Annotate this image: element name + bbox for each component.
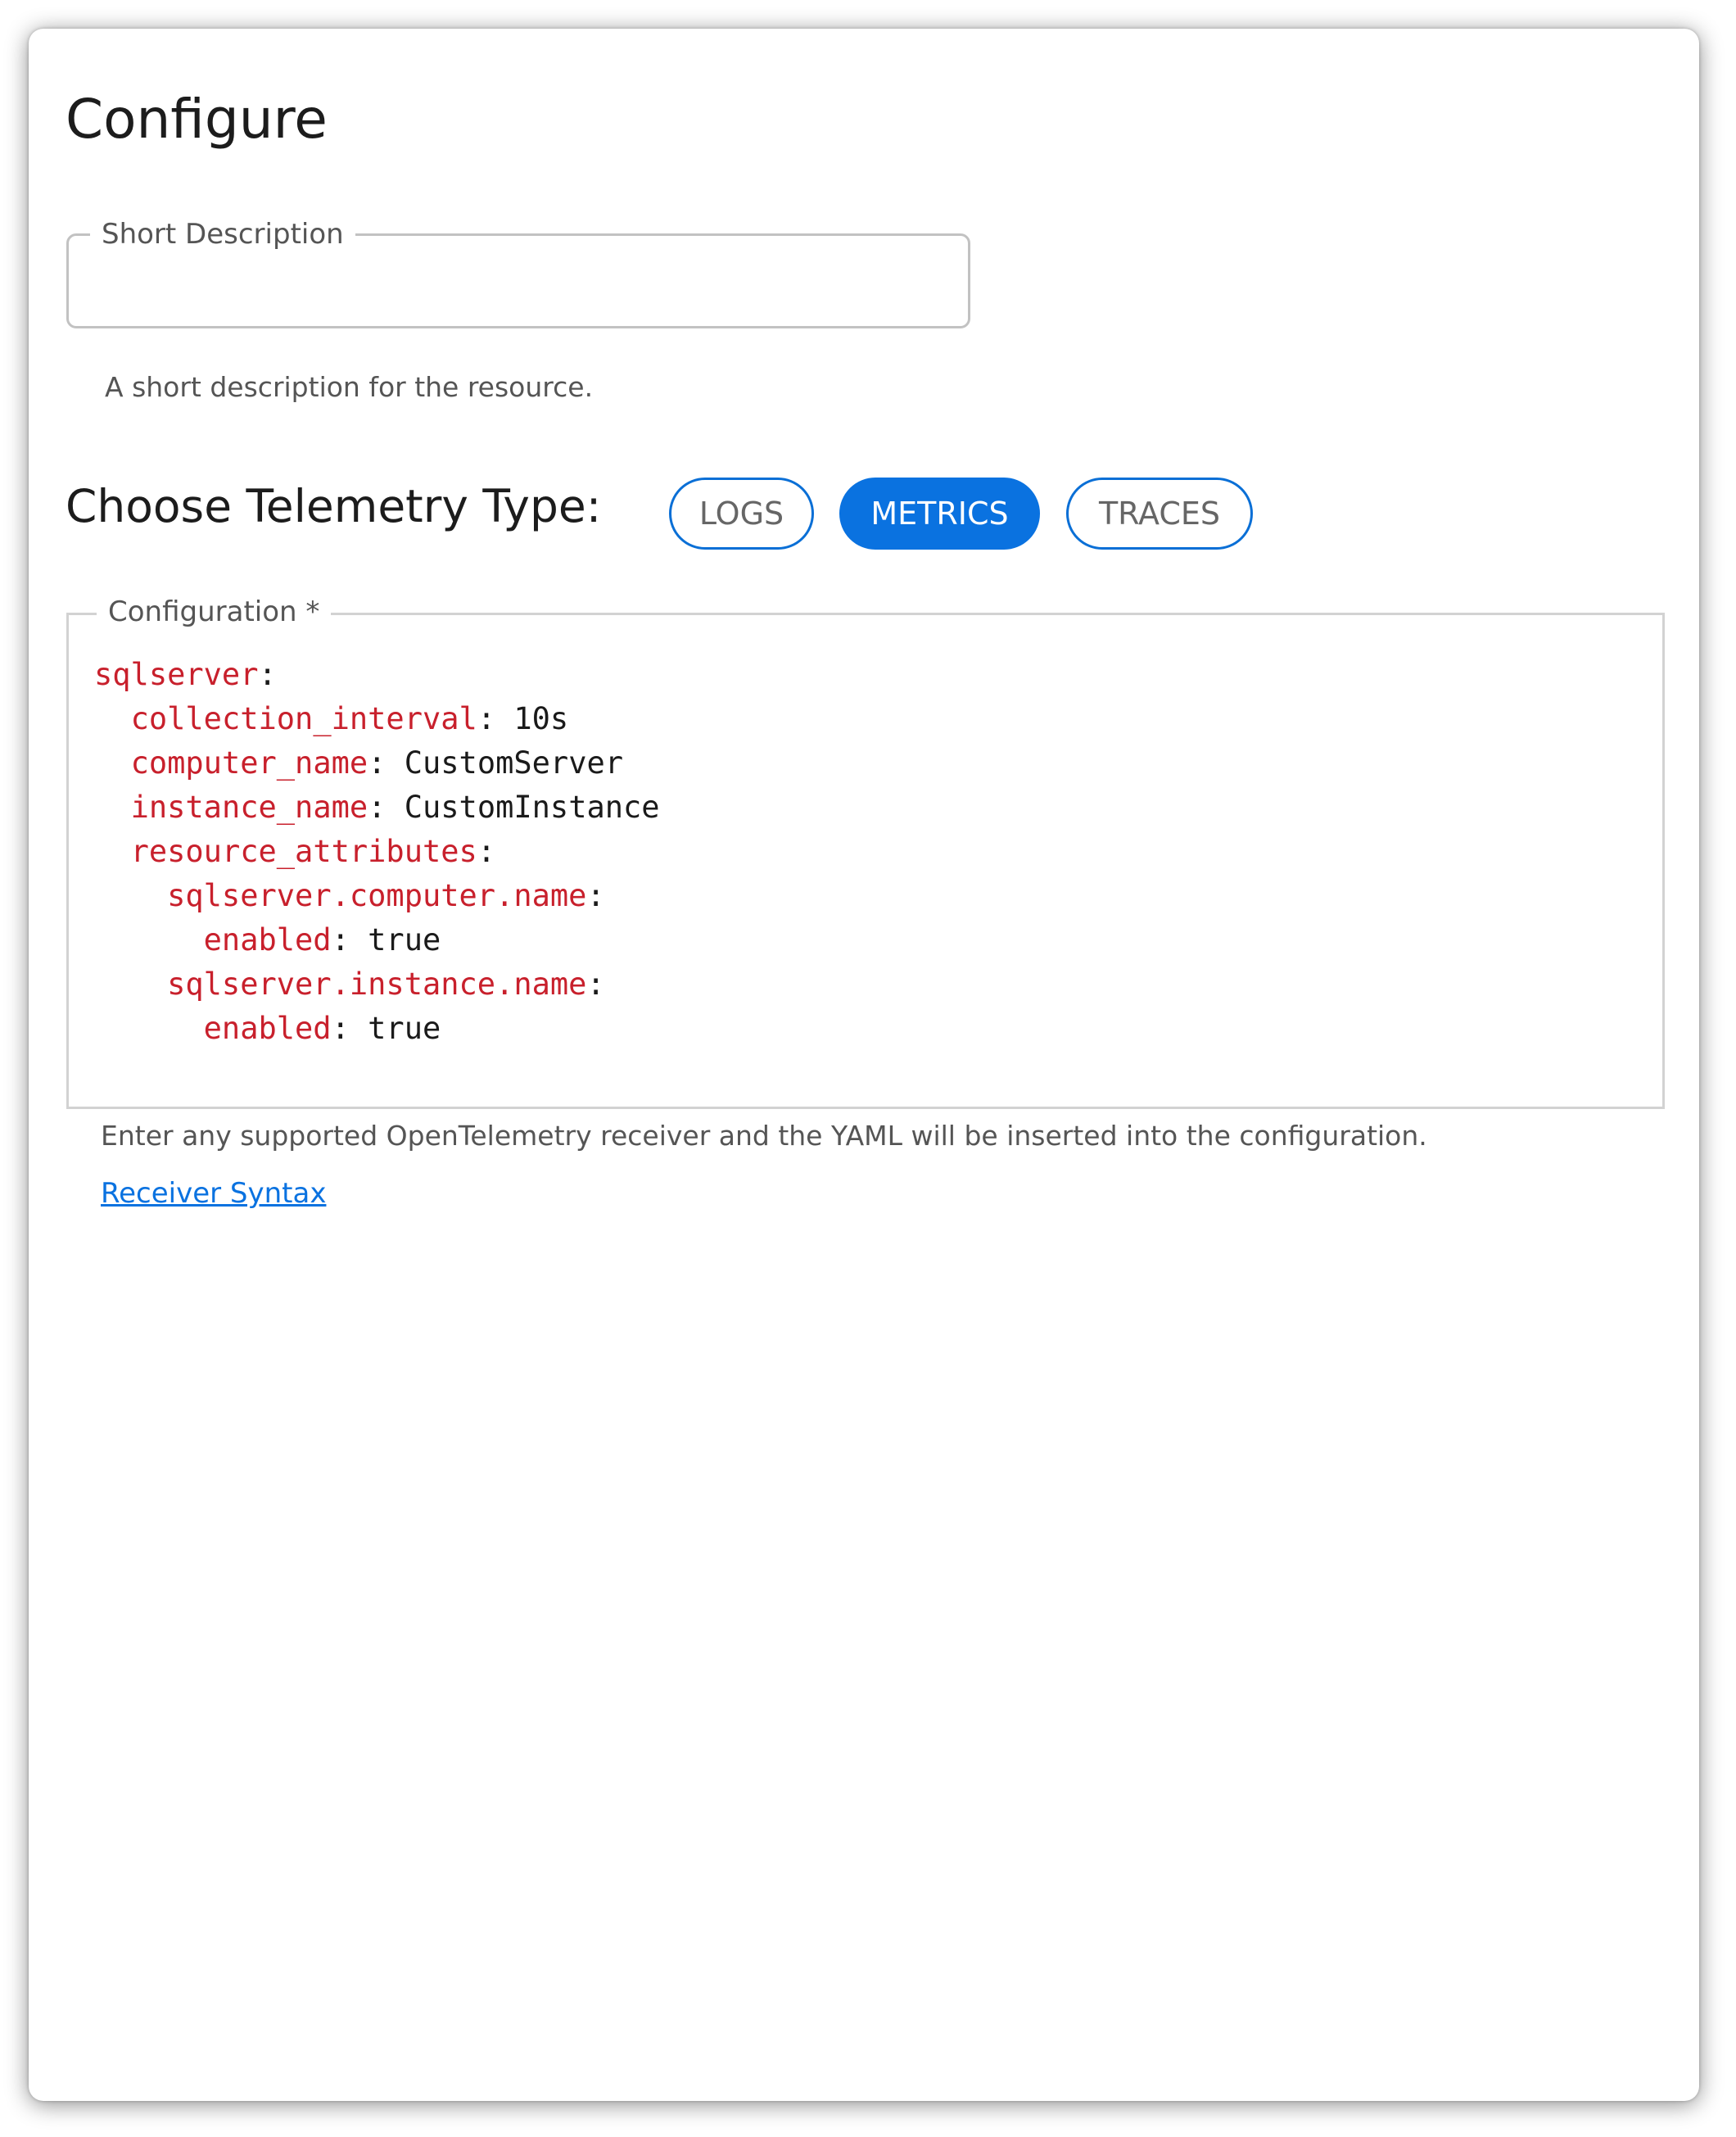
yaml-key: sqlserver.instance.name bbox=[167, 967, 587, 1002]
yaml-value: 10s bbox=[495, 701, 569, 736]
yaml-line: sqlserver.computer.name: bbox=[167, 878, 605, 913]
yaml-value: true bbox=[349, 1011, 441, 1046]
yaml-key: collection_interval bbox=[130, 701, 477, 736]
yaml-key: sqlserver bbox=[94, 657, 259, 692]
yaml-line: enabled: true bbox=[203, 1011, 441, 1046]
yaml-key: enabled bbox=[203, 922, 332, 958]
yaml-line: resource_attributes: bbox=[130, 834, 496, 869]
telemetry-chip-logs[interactable]: LOGS bbox=[669, 478, 814, 550]
yaml-code[interactable]: sqlserver: collection_interval: 10s comp… bbox=[94, 653, 660, 1051]
yaml-value: CustomServer bbox=[386, 745, 624, 781]
yaml-line: sqlserver.instance.name: bbox=[167, 967, 605, 1002]
short-description-input[interactable] bbox=[88, 251, 952, 311]
yaml-value: true bbox=[349, 922, 441, 958]
short-description-label: Short Description bbox=[90, 213, 355, 256]
telemetry-chip-traces[interactable]: TRACES bbox=[1066, 478, 1253, 550]
short-description-field[interactable]: Short Description bbox=[66, 213, 970, 328]
configure-card: Configure Short Description A short desc… bbox=[29, 29, 1699, 2101]
configuration-label: Configuration * bbox=[97, 591, 332, 633]
yaml-value: CustomInstance bbox=[386, 790, 660, 825]
yaml-key: sqlserver.computer.name bbox=[167, 878, 587, 913]
yaml-line: sqlserver: bbox=[94, 657, 277, 692]
yaml-key: resource_attributes bbox=[130, 834, 477, 869]
yaml-key: enabled bbox=[203, 1011, 332, 1046]
receiver-syntax-link[interactable]: Receiver Syntax bbox=[101, 1177, 326, 1210]
yaml-line: computer_name: CustomServer bbox=[130, 745, 624, 781]
short-description-helper: A short description for the resource. bbox=[105, 371, 594, 403]
yaml-line: enabled: true bbox=[203, 922, 441, 958]
yaml-key: instance_name bbox=[130, 790, 368, 825]
configuration-helper: Enter any supported OpenTelemetry receiv… bbox=[101, 1120, 1427, 1152]
telemetry-type-label: Choose Telemetry Type: bbox=[66, 480, 602, 532]
yaml-line: collection_interval: 10s bbox=[130, 701, 569, 736]
yaml-line: instance_name: CustomInstance bbox=[130, 790, 660, 825]
telemetry-chip-metrics[interactable]: METRICS bbox=[839, 478, 1040, 550]
yaml-key: computer_name bbox=[130, 745, 368, 781]
page-title: Configure bbox=[66, 88, 328, 151]
